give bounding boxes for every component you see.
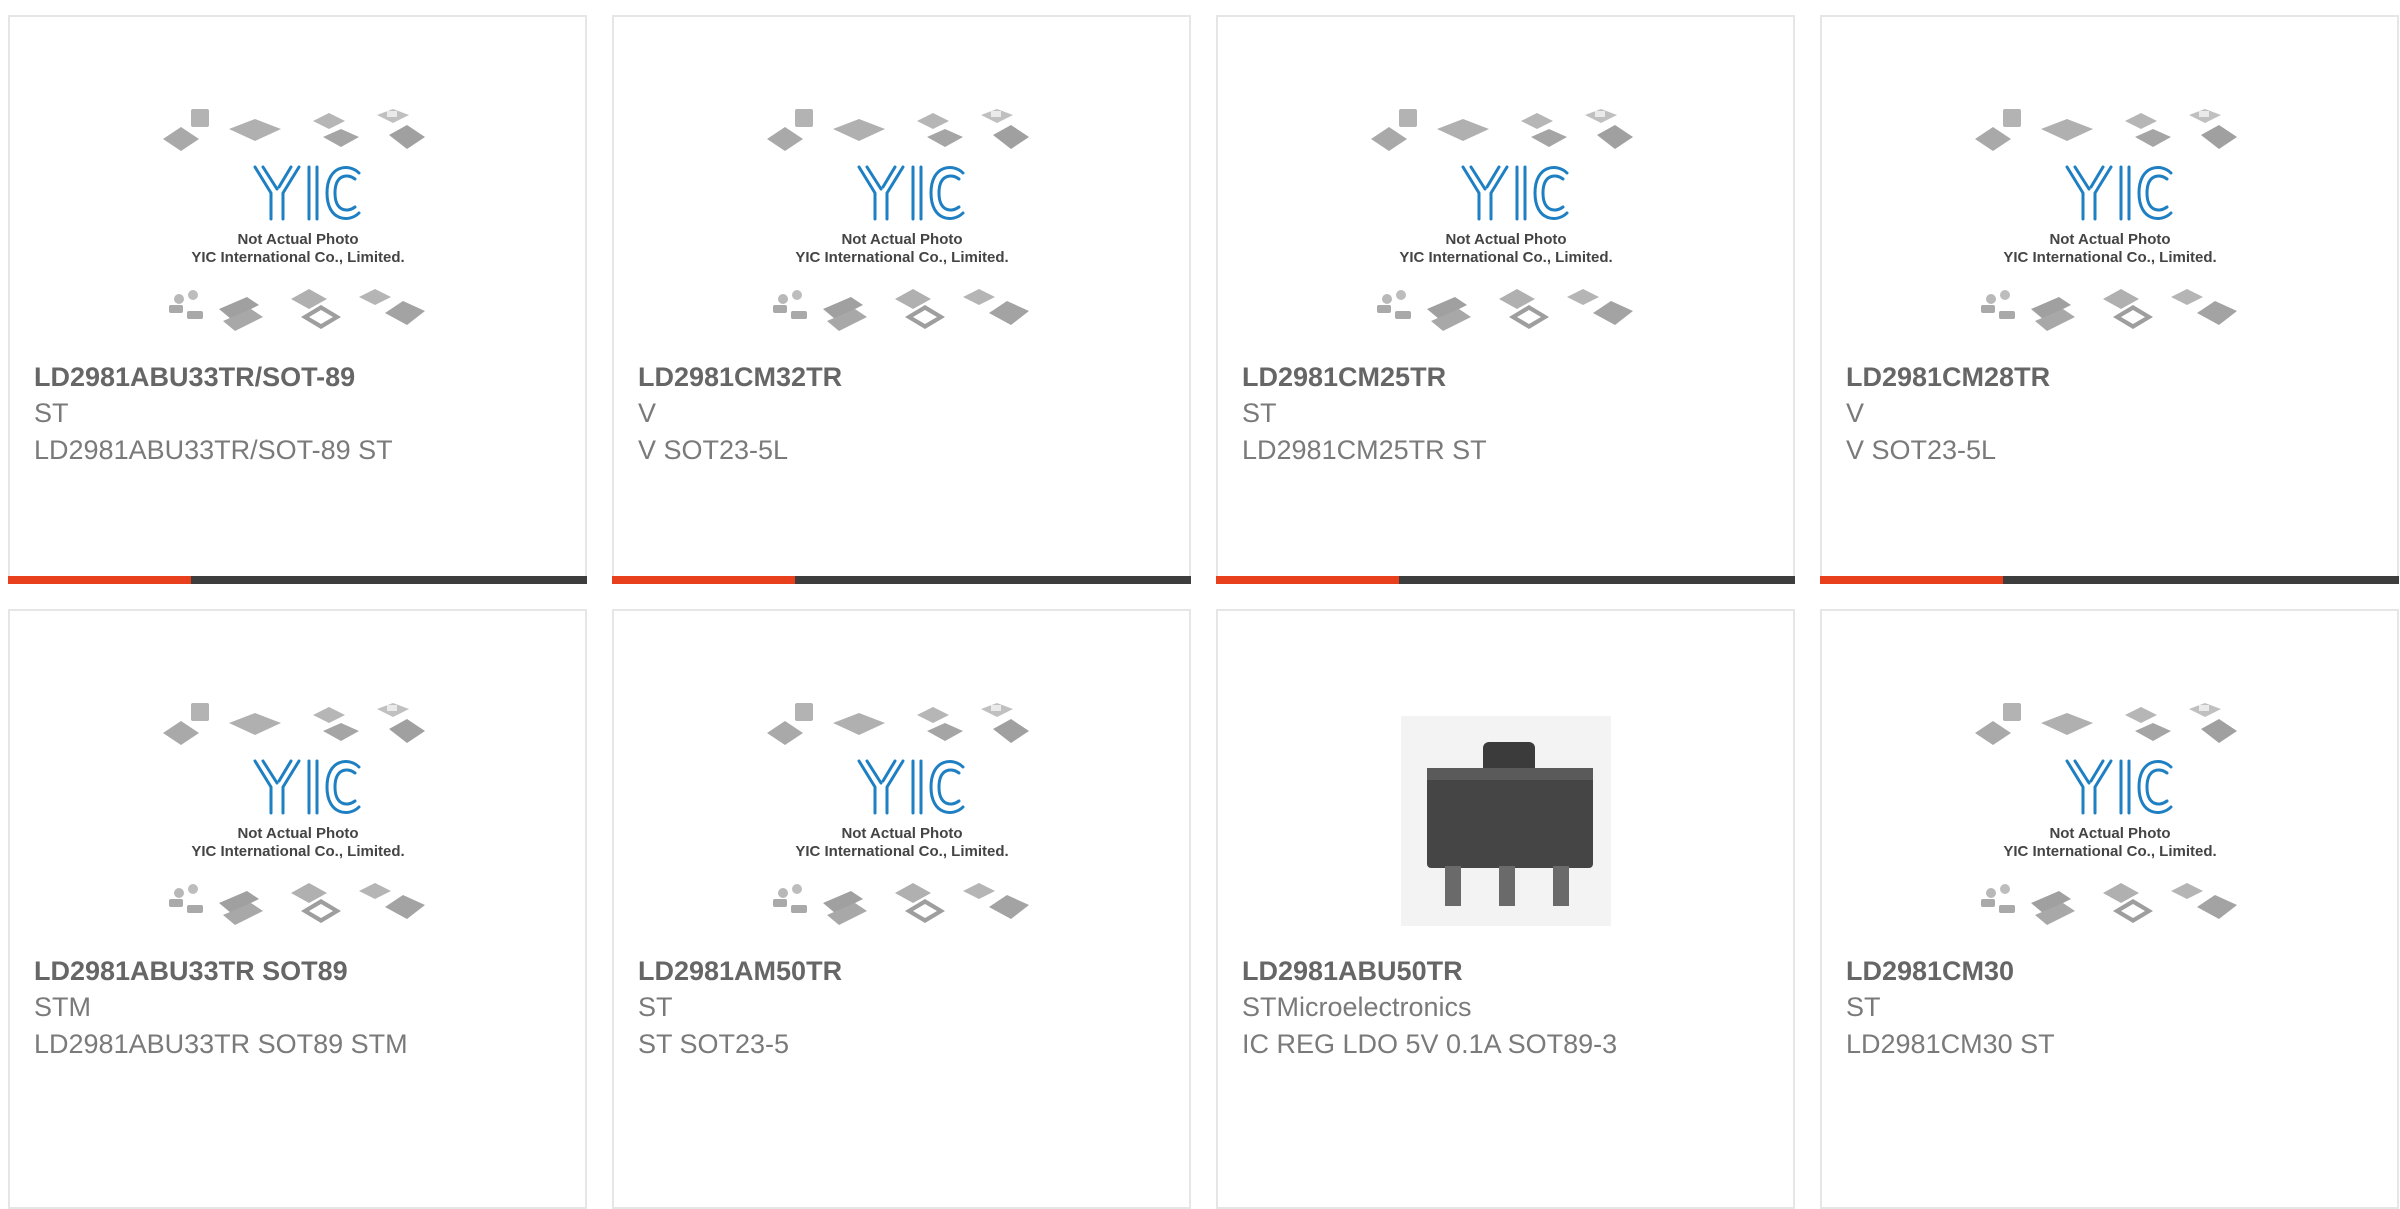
- placeholder-line2: YIC International Co., Limited.: [191, 843, 404, 860]
- product-manufacturer: ST: [34, 398, 69, 428]
- product-image[interactable]: Not Actual Photo YIC International Co., …: [1822, 97, 2397, 357]
- product-info: LD2981ABU33TR/SOT-89 ST LD2981ABU33TR/SOT-…: [34, 359, 573, 469]
- card-bottom-bar: [1216, 576, 1795, 584]
- placeholder-image: Not Actual Photo YIC International Co., …: [766, 703, 1029, 925]
- product-card[interactable]: Not Actual Photo YIC International Co., …: [8, 15, 587, 584]
- placeholder-line1: Not Actual Photo: [237, 231, 358, 248]
- product-card[interactable]: Not Actual Photo YIC International Co., …: [1820, 609, 2399, 1209]
- placeholder-image: Not Actual Photo YIC International Co., …: [1370, 109, 1633, 331]
- placeholder-line1: Not Actual Photo: [841, 825, 962, 842]
- product-name[interactable]: LD2981CM25TR: [1242, 359, 1781, 395]
- product-card[interactable]: Not Actual Photo YIC International Co., …: [8, 609, 587, 1209]
- product-description: LD2981CM25TR ST: [1242, 435, 1487, 465]
- card-bottom-bar: [612, 576, 1191, 584]
- card-accent-bar: [1820, 576, 2003, 584]
- product-description: V SOT23-5L: [638, 435, 789, 465]
- placeholder-line1: Not Actual Photo: [2049, 231, 2170, 248]
- product-image[interactable]: Not Actual Photo YIC International Co., …: [614, 691, 1189, 951]
- product-card[interactable]: Not Actual Photo YIC International Co., …: [1820, 15, 2399, 584]
- product-info: LD2981ABU50TR STMicroelectronics IC REG LD…: [1242, 953, 1781, 1063]
- product-description: V SOT23-5L: [1846, 435, 1997, 465]
- product-info: LD2981CM30 ST LD2981CM30 ST: [1846, 953, 2385, 1063]
- placeholder-image: Not Actual Photo YIC International Co., …: [162, 109, 425, 331]
- product-info: LD2981CM32TR V V SOT23-5L: [638, 359, 1177, 469]
- product-manufacturer: STMicroelectronics: [1242, 992, 1472, 1022]
- product-manufacturer: V: [638, 398, 657, 428]
- placeholder-line2: YIC International Co., Limited.: [795, 249, 1008, 266]
- product-description: IC REG LDO 5V 0.1A SOT89-3: [1242, 1029, 1618, 1059]
- product-name[interactable]: LD2981CM30: [1846, 953, 2385, 989]
- product-description: LD2981CM30 ST: [1846, 1029, 2055, 1059]
- product-card[interactable]: Not Actual Photo YIC International Co., …: [612, 609, 1191, 1209]
- product-image[interactable]: Not Actual Photo YIC International Co., …: [1822, 691, 2397, 951]
- product-info: LD2981CM25TR ST LD2981CM25TR ST: [1242, 359, 1781, 469]
- product-manufacturer: V: [1846, 398, 1865, 428]
- placeholder-image: Not Actual Photo YIC International Co., …: [1974, 703, 2237, 925]
- placeholder-image: Not Actual Photo YIC International Co., …: [1974, 109, 2237, 331]
- placeholder-line1: Not Actual Photo: [841, 231, 962, 248]
- placeholder-line2: YIC International Co., Limited.: [795, 843, 1008, 860]
- placeholder-line2: YIC International Co., Limited.: [2003, 843, 2216, 860]
- placeholder-line2: YIC International Co., Limited.: [1399, 249, 1612, 266]
- placeholder-line2: YIC International Co., Limited.: [191, 249, 404, 266]
- placeholder-image: Not Actual Photo YIC International Co., …: [162, 703, 425, 925]
- card-accent-bar: [8, 576, 191, 584]
- card-accent-bar: [612, 576, 795, 584]
- placeholder-line1: Not Actual Photo: [2049, 825, 2170, 842]
- product-manufacturer: ST: [638, 992, 673, 1022]
- product-image[interactable]: Not Actual Photo YIC International Co., …: [10, 97, 585, 357]
- card-accent-bar: [1216, 576, 1399, 584]
- product-grid: Not Actual Photo YIC International Co., …: [8, 15, 2400, 1209]
- product-card[interactable]: Not Actual Photo YIC International Co., …: [612, 15, 1191, 584]
- product-image[interactable]: Not Actual Photo YIC International Co., …: [614, 97, 1189, 357]
- card-bottom-bar: [1820, 576, 2399, 584]
- product-description: LD2981ABU33TR/SOT-89 ST: [34, 435, 393, 465]
- product-manufacturer: STM: [34, 992, 91, 1022]
- placeholder-line1: Not Actual Photo: [237, 825, 358, 842]
- product-image[interactable]: Not Actual Photo YIC International Co., …: [1218, 97, 1793, 357]
- product-name[interactable]: LD2981ABU33TR/SOT-89: [34, 359, 573, 395]
- placeholder-image: Not Actual Photo YIC International Co., …: [766, 109, 1029, 331]
- product-manufacturer: ST: [1846, 992, 1881, 1022]
- product-image[interactable]: [1218, 691, 1793, 951]
- product-description: LD2981ABU33TR SOT89 STM: [34, 1029, 408, 1059]
- placeholder-line2: YIC International Co., Limited.: [2003, 249, 2216, 266]
- product-info: LD2981AM50TR ST ST SOT23-5: [638, 953, 1177, 1063]
- product-name[interactable]: LD2981ABU33TR SOT89: [34, 953, 573, 989]
- product-info: LD2981CM28TR V V SOT23-5L: [1846, 359, 2385, 469]
- product-name[interactable]: LD2981AM50TR: [638, 953, 1177, 989]
- product-card[interactable]: Not Actual Photo YIC International Co., …: [1216, 15, 1795, 584]
- product-name[interactable]: LD2981CM28TR: [1846, 359, 2385, 395]
- product-image[interactable]: Not Actual Photo YIC International Co., …: [10, 691, 585, 951]
- placeholder-line1: Not Actual Photo: [1445, 231, 1566, 248]
- product-manufacturer: ST: [1242, 398, 1277, 428]
- product-card[interactable]: LD2981ABU50TR STMicroelectronics IC REG LD…: [1216, 609, 1795, 1209]
- product-info: LD2981ABU33TR SOT89 STM LD2981ABU33TR SOT8…: [34, 953, 573, 1063]
- product-description: ST SOT23-5: [638, 1029, 790, 1059]
- product-name[interactable]: LD2981ABU50TR: [1242, 953, 1781, 989]
- product-name[interactable]: LD2981CM32TR: [638, 359, 1177, 395]
- card-bottom-bar: [8, 576, 587, 584]
- chip-photo: [1400, 716, 1611, 926]
